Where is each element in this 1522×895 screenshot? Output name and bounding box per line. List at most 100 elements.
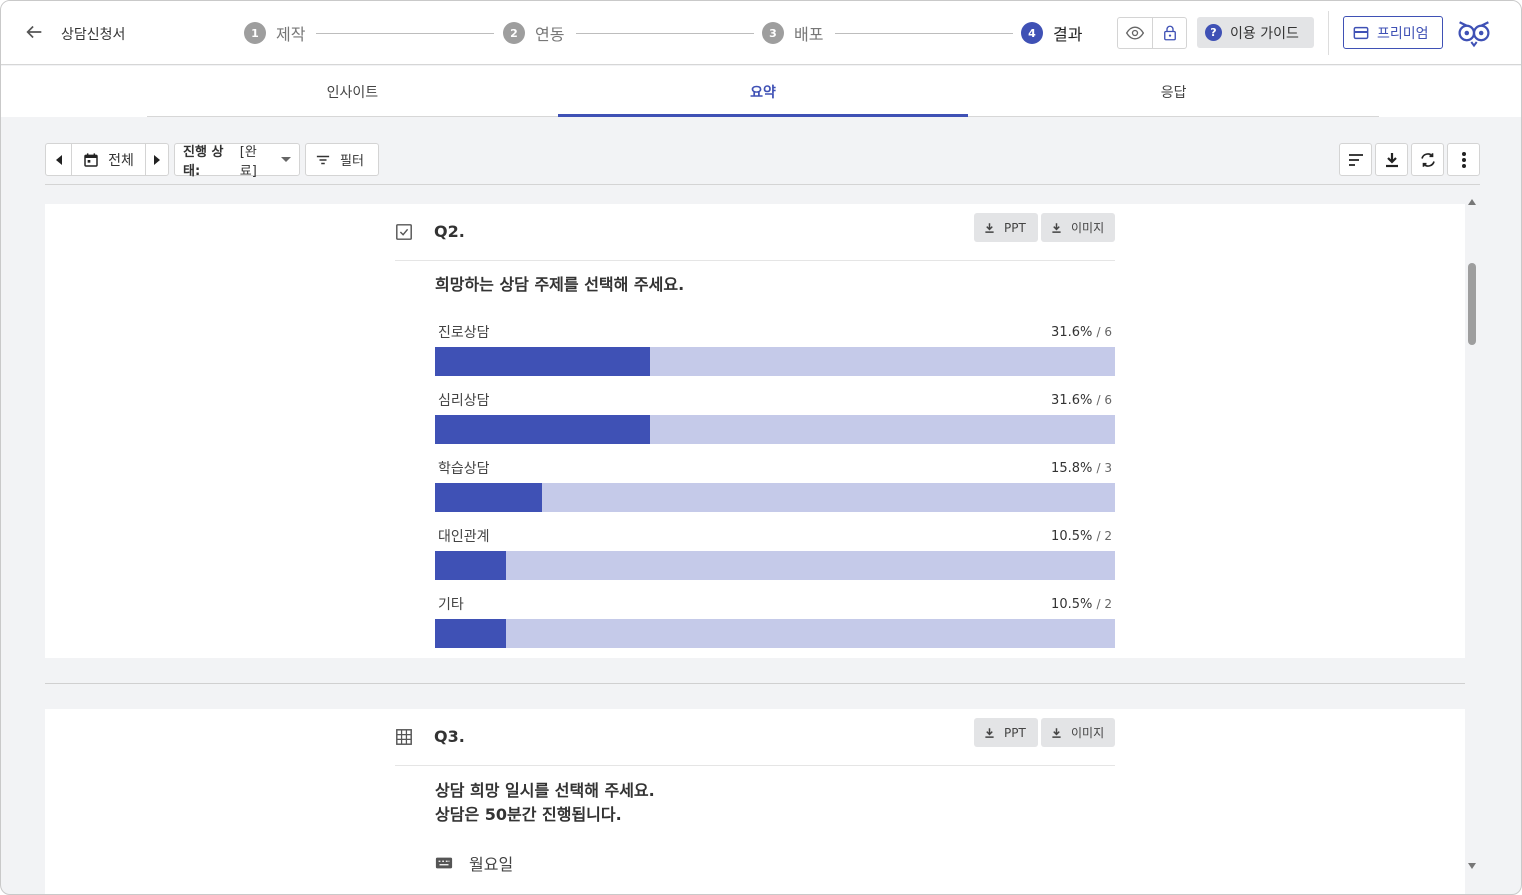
step-number: 1 — [244, 22, 266, 44]
question-text: 희망하는 상담 주제를 선택해 주세요. — [435, 275, 685, 294]
option-stat: 31.6% / 6 — [1051, 325, 1112, 340]
option-percent: 15.8% — [1051, 461, 1093, 476]
result-tabs: 인사이트 요약 응답 — [1, 66, 1521, 117]
option-bar — [435, 551, 1115, 580]
option-bar-fill — [435, 619, 507, 648]
prev-range-button[interactable] — [46, 144, 71, 175]
option-bar — [435, 415, 1115, 444]
option-bar-fill — [435, 415, 650, 444]
usage-guide-button[interactable]: ? 이용 가이드 — [1197, 17, 1314, 48]
date-range-group: 전체 — [45, 143, 169, 176]
tab-summary[interactable]: 요약 — [557, 66, 969, 117]
option-count: / 2 — [1096, 597, 1113, 611]
option-bar-fill — [435, 551, 507, 580]
step-connector — [835, 33, 1013, 34]
status-dropdown[interactable]: 진행 상태: [완료] — [174, 143, 300, 179]
download-icon — [985, 222, 994, 233]
option-bar — [435, 619, 1115, 648]
download-icon — [985, 727, 994, 738]
filter-label: 필터 — [340, 154, 364, 169]
option-row: 대인관계 10.5% / 2 — [435, 526, 1115, 588]
option-bar — [435, 347, 1115, 376]
option-row: 기타 10.5% / 2 — [435, 594, 1115, 656]
option-bar-fill — [435, 483, 543, 512]
grid-icon — [396, 729, 412, 745]
form-title: 상담신청서 — [61, 27, 126, 43]
option-percent: 31.6% — [1051, 393, 1093, 408]
ppt-label: PPT — [1004, 220, 1026, 235]
step-number: 2 — [503, 22, 525, 44]
status-value: [완료] — [239, 144, 257, 179]
scroll-thumb[interactable] — [1468, 263, 1476, 345]
more-options-button[interactable] — [1447, 143, 1480, 176]
step-create[interactable]: 1 제작 — [244, 21, 305, 45]
help-icon: ? — [1205, 24, 1222, 41]
step-distribute[interactable]: 3 배포 — [762, 21, 823, 45]
caret-right-icon — [154, 154, 160, 165]
step-integrate[interactable]: 2 연동 — [503, 21, 564, 45]
app-window: 상담신청서 1 제작 2 연동 3 배포 4 결과 ? 이용 가이드 프리미엄 … — [0, 0, 1522, 895]
chevron-down-icon — [281, 157, 291, 162]
download-icon — [1385, 152, 1398, 167]
calendar-icon — [84, 152, 98, 167]
step-connector — [576, 33, 754, 34]
card-divider — [45, 683, 1465, 684]
option-count: / 6 — [1096, 325, 1113, 339]
ppt-label: PPT — [1004, 725, 1026, 740]
next-range-button[interactable] — [145, 144, 168, 175]
date-range-label: 전체 — [108, 152, 134, 169]
schedule-day-label: 월요일 — [469, 855, 514, 874]
option-row: 심리상담 31.6% / 6 — [435, 390, 1115, 452]
question-header: Q3. PPT 이미지 — [395, 718, 1115, 766]
option-stat: 31.6% / 6 — [1051, 393, 1112, 408]
sort-button[interactable] — [1339, 143, 1372, 176]
option-bar-fill — [435, 347, 650, 376]
refresh-button[interactable] — [1411, 143, 1444, 176]
scroll-up-arrow-icon[interactable] — [1468, 199, 1476, 205]
date-range-button[interactable]: 전체 — [71, 144, 145, 175]
scroll-down-arrow-icon[interactable] — [1468, 863, 1476, 869]
preview-button[interactable] — [1117, 17, 1153, 49]
checkbox-icon — [396, 224, 412, 240]
download-ppt-button[interactable]: PPT — [974, 718, 1038, 747]
download-ppt-button[interactable]: PPT — [974, 213, 1038, 242]
option-bar — [435, 483, 1115, 512]
top-header: 상담신청서 1 제작 2 연동 3 배포 4 결과 ? 이용 가이드 프리미엄 — [1, 1, 1521, 65]
lock-button[interactable] — [1152, 17, 1187, 49]
option-count: / 6 — [1096, 393, 1113, 407]
filter-button[interactable]: 필터 — [305, 143, 379, 176]
step-connector — [316, 33, 494, 34]
download-image-button[interactable]: 이미지 — [1041, 718, 1115, 747]
toolbar-divider — [45, 184, 1480, 185]
scrollbar[interactable] — [1465, 196, 1479, 876]
schedule-row: 월요일 — [435, 851, 513, 875]
option-stat: 10.5% / 2 — [1051, 597, 1112, 612]
status-prefix: 진행 상태: — [183, 144, 224, 179]
download-image-button[interactable]: 이미지 — [1041, 213, 1115, 242]
guide-label: 이용 가이드 — [1230, 25, 1299, 42]
eye-icon — [1125, 26, 1145, 40]
option-stat: 10.5% / 2 — [1051, 529, 1112, 544]
option-name: 대인관계 — [438, 529, 490, 545]
question-number: Q3. — [434, 727, 465, 746]
option-count: / 2 — [1096, 529, 1113, 543]
option-name: 학습상담 — [438, 461, 490, 477]
back-arrow-icon[interactable] — [23, 21, 45, 43]
image-label: 이미지 — [1071, 221, 1105, 235]
credit-card-icon — [1353, 26, 1369, 39]
premium-button[interactable]: 프리미엄 — [1343, 16, 1443, 49]
option-name: 기타 — [438, 597, 464, 613]
question-number: Q2. — [434, 222, 465, 241]
lock-icon — [1163, 25, 1176, 41]
question-text-line: 상담 희망 일시를 선택해 주세요. — [435, 781, 655, 800]
question-text: 상담 희망 일시를 선택해 주세요. 상담은 50분간 진행됩니다. — [435, 779, 655, 827]
image-label: 이미지 — [1071, 726, 1105, 740]
tab-insight[interactable]: 인사이트 — [147, 66, 558, 116]
step-number: 4 — [1021, 22, 1043, 44]
tab-responses[interactable]: 응답 — [968, 66, 1379, 116]
owl-logo-icon[interactable] — [1456, 16, 1492, 50]
premium-label: 프리미엄 — [1377, 25, 1429, 42]
option-stat: 15.8% / 3 — [1051, 461, 1112, 476]
download-button[interactable] — [1375, 143, 1408, 176]
step-results[interactable]: 4 결과 — [1021, 21, 1082, 45]
